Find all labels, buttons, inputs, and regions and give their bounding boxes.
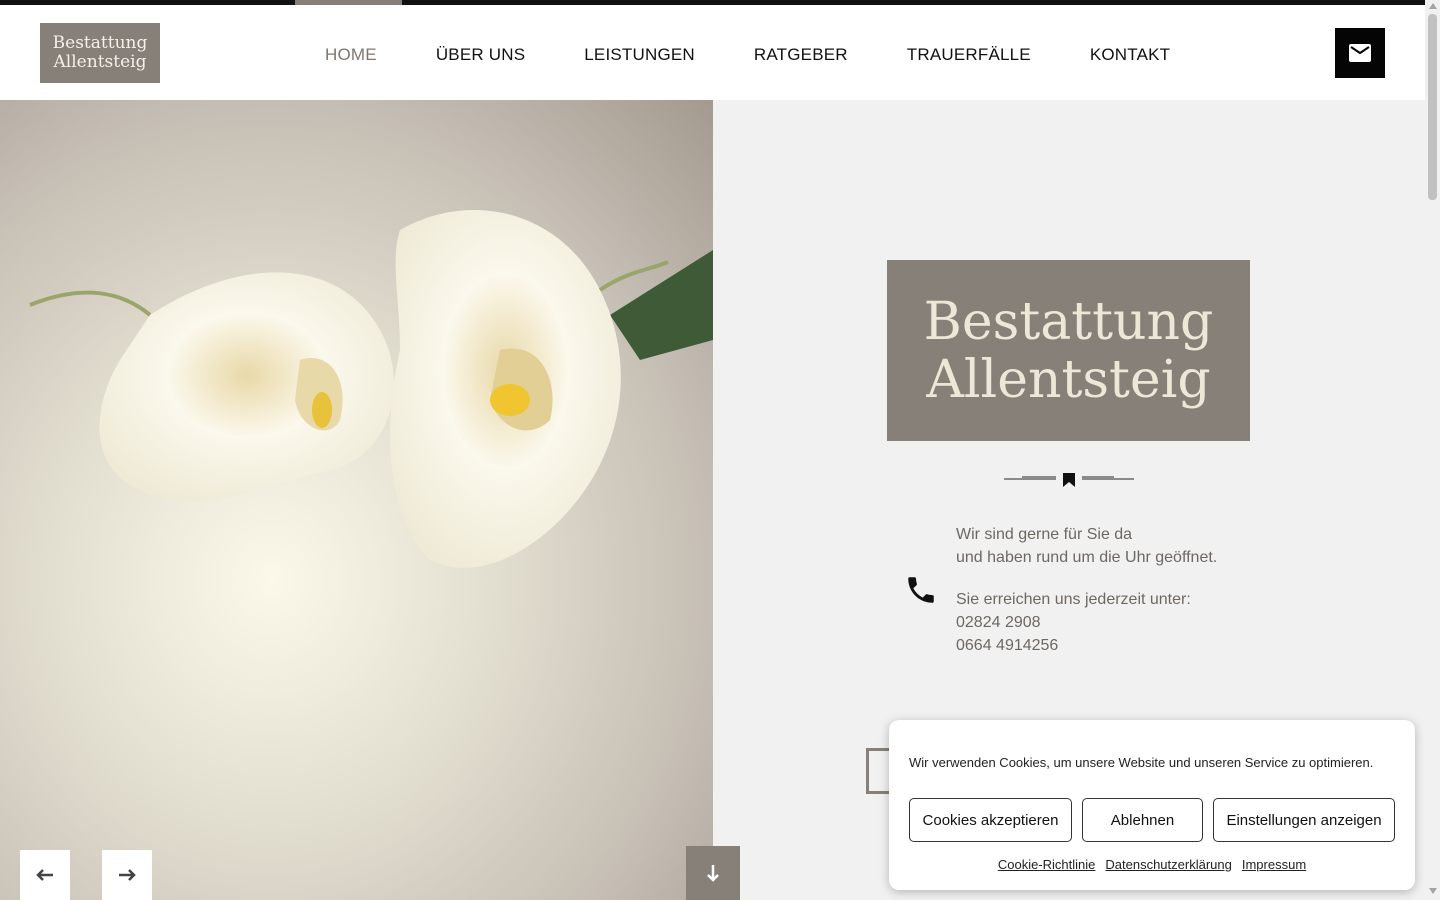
arrow-left-icon (36, 869, 53, 881)
site-logo[interactable]: Bestattung Allentsteig (40, 23, 160, 83)
cookie-banner: Wir verwenden Cookies, um unsere Website… (889, 720, 1415, 890)
scroll-down-button[interactable] (686, 846, 740, 900)
reject-cookies-button[interactable]: Ablehnen (1082, 798, 1203, 842)
arrow-down-icon (707, 865, 719, 882)
scroll-down-arrow-icon[interactable] (1429, 888, 1437, 894)
phone-number-1[interactable]: 02824 2908 (956, 611, 1217, 634)
privacy-policy-link[interactable]: Datenschutzerklärung (1105, 857, 1231, 872)
nav-item-leistungen[interactable]: LEISTUNGEN (584, 45, 695, 65)
cookie-policy-link[interactable]: Cookie-Richtlinie (998, 857, 1096, 872)
arrow-right-icon (119, 869, 136, 881)
logo-line-2: Allentsteig (53, 52, 147, 72)
slider-next-button[interactable] (102, 850, 152, 900)
main-nav: HOME ÜBER UNS LEISTUNGEN RATGEBER TRAUER… (325, 45, 1229, 65)
phone-icon (908, 577, 934, 603)
phone-number-2[interactable]: 0664 4914256 (956, 634, 1217, 657)
contact-info: Wir sind gerne für Sie da und haben rund… (956, 523, 1217, 657)
hero-image-calla-lilies (0, 100, 713, 900)
contact-line-2: und haben rund um die Uhr geöffnet. (956, 549, 1218, 566)
scrollbar-thumb[interactable] (1428, 14, 1437, 200)
cookie-settings-button[interactable]: Einstellungen anzeigen (1213, 798, 1395, 842)
hero-logo: Bestattung Allentsteig (887, 260, 1250, 441)
nav-item-trauerfaelle[interactable]: TRAUERFÄLLE (907, 45, 1031, 65)
cookie-message: Wir verwenden Cookies, um unsere Website… (909, 755, 1374, 770)
decorative-divider (1004, 473, 1134, 487)
contact-line-1: Wir sind gerne für Sie da (956, 526, 1133, 543)
nav-item-kontakt[interactable]: KONTAKT (1090, 45, 1170, 65)
nav-item-home[interactable]: HOME (325, 45, 377, 65)
hero-logo-line-1: Bestattung (923, 291, 1214, 352)
site-header: Bestattung Allentsteig HOME ÜBER UNS LEI… (0, 5, 1425, 100)
bookmark-icon (1063, 473, 1075, 487)
calla-lily-illustration (29, 210, 713, 568)
nav-item-ueber-uns[interactable]: ÜBER UNS (436, 45, 525, 65)
contact-line-3: Sie erreichen uns jederzeit unter: (956, 591, 1191, 608)
mail-icon (1349, 44, 1371, 62)
nav-item-ratgeber[interactable]: RATGEBER (754, 45, 848, 65)
scroll-up-arrow-icon[interactable] (1429, 3, 1437, 9)
hero-logo-line-2: Allentsteig (926, 349, 1211, 410)
mail-button[interactable] (1335, 28, 1385, 78)
accept-cookies-button[interactable]: Cookies akzeptieren (909, 798, 1072, 842)
slider-prev-button[interactable] (20, 850, 70, 900)
cookie-links: Cookie-Richtlinie Datenschutzerklärung I… (889, 857, 1415, 872)
logo-line-1: Bestattung (52, 33, 148, 53)
imprint-link[interactable]: Impressum (1242, 857, 1306, 872)
